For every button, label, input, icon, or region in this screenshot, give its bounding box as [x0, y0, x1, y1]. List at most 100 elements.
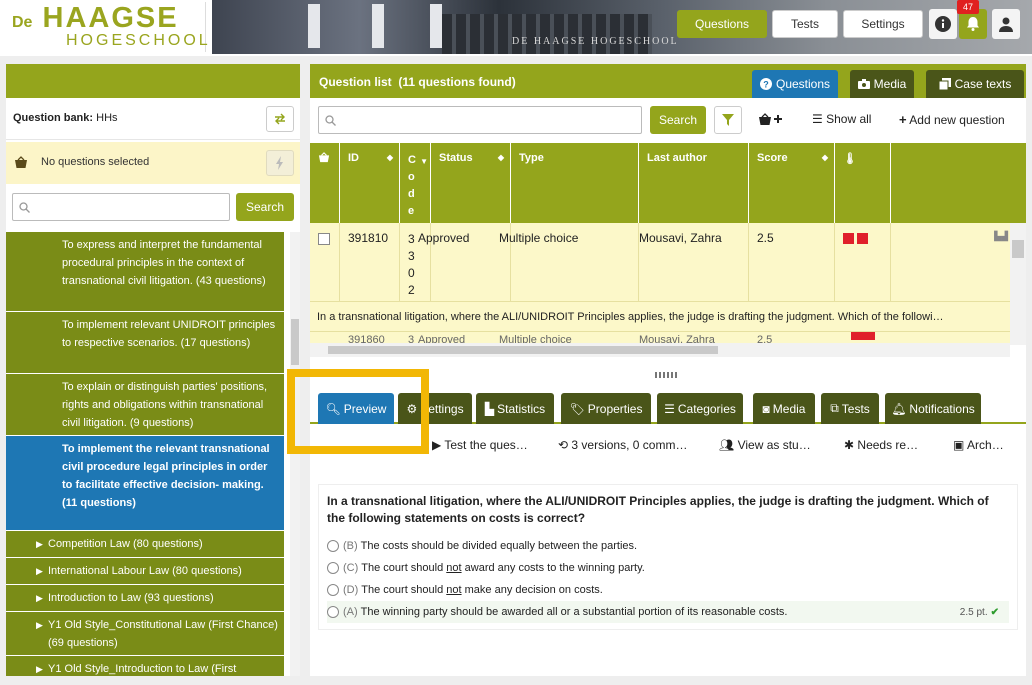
camera-icon: ◙: [762, 401, 770, 416]
tree-item-selected[interactable]: To implement the relevant transnational …: [6, 436, 284, 531]
option-text-rest: award any costs to the winning party.: [461, 562, 645, 574]
cell-score: 2.5: [749, 223, 835, 301]
basket-column-header[interactable]: [310, 143, 340, 223]
show-all-label: Show all: [826, 112, 872, 126]
question-bank-value: HHs: [96, 112, 118, 124]
tab-media[interactable]: Media: [850, 70, 914, 98]
red-indicator: [857, 233, 869, 244]
add-to-basket-button[interactable]: [758, 112, 784, 129]
tree-scrollbar[interactable]: [290, 232, 300, 676]
answer-option[interactable]: (C) The court should not award any costs…: [327, 557, 1009, 579]
info-button[interactable]: [929, 9, 957, 39]
users-icon: 👥︎: [719, 438, 735, 452]
question-list-title: Question list: [319, 75, 392, 89]
tree-item-label: Y1 Old Style_Constitutional Law (First C…: [48, 619, 278, 649]
list-icon: ☰: [812, 112, 823, 126]
tree-search-input[interactable]: [12, 193, 230, 221]
question-preview: In a transnational litigation, where the…: [318, 484, 1018, 630]
table-horizontal-scrollbar-thumb[interactable]: [328, 346, 718, 354]
row-checkbox[interactable]: [318, 233, 330, 245]
cell-author: Mousavi, Zahra: [639, 334, 715, 343]
tab-case-texts-label: Case texts: [954, 77, 1012, 91]
tree-item[interactable]: To express and interpret the fundamental…: [6, 232, 284, 312]
no-selection-text: No questions selected: [41, 156, 150, 168]
archive-button[interactable]: ▣ Arch…: [953, 438, 1004, 452]
svg-text:?: ?: [763, 80, 769, 90]
lightning-icon: [276, 156, 283, 170]
add-new-question-button[interactable]: + Add new question: [899, 112, 1005, 127]
option-letter: (B): [343, 540, 358, 552]
row-description[interactable]: In a transnational litigation, where the…: [310, 301, 1010, 331]
nav-questions-button[interactable]: Questions: [677, 10, 767, 38]
option-letter: (C): [343, 562, 359, 574]
answer-option[interactable]: (B) The costs should be divided equally …: [327, 535, 1009, 557]
radio-button[interactable]: [327, 562, 339, 574]
category-tree: To express and interpret the fundamental…: [6, 232, 284, 676]
answer-option-correct[interactable]: (A) The winning party should be awarded …: [327, 601, 1009, 623]
tab-questions[interactable]: ? Questions: [752, 70, 838, 98]
table-vertical-scrollbar-thumb[interactable]: [1012, 240, 1024, 258]
view-as-student-button[interactable]: 👥︎ View as stu…: [719, 438, 811, 452]
tab-media-detail[interactable]: ◙ Media: [753, 393, 815, 424]
expand-icon[interactable]: ▶: [36, 616, 43, 634]
tree-scrollbar-thumb[interactable]: [291, 319, 299, 365]
column-header-id[interactable]: ID ◆: [340, 143, 400, 223]
tree-item[interactable]: ▶ International Labour Law (80 questions): [6, 558, 284, 585]
tree-item[interactable]: ▶ Y1 Old Style_Introduction to Law (First: [6, 656, 284, 676]
test-question-button[interactable]: ▶ Test the ques…: [432, 438, 528, 452]
column-header-status[interactable]: Status ◆: [431, 143, 511, 223]
question-search-input[interactable]: [318, 106, 642, 134]
nav-tests-button[interactable]: Tests: [772, 10, 838, 38]
tree-item-label: Y1 Old Style_Introduction to Law (First: [48, 663, 237, 675]
column-header-last-author[interactable]: Last author: [639, 143, 749, 223]
expand-icon[interactable]: ▶: [36, 562, 43, 580]
table-row[interactable]: 391810 3 3 0 2 Approved Multiple choice …: [310, 223, 1010, 301]
column-header-type[interactable]: Type: [511, 143, 639, 223]
cell-score: 2.5: [757, 334, 773, 343]
tree-item[interactable]: To explain or distinguish parties' posit…: [6, 374, 284, 436]
column-header-code[interactable]: C o d e ▼: [400, 143, 431, 223]
question-search-button[interactable]: Search: [650, 106, 706, 134]
versions-button[interactable]: ⟲ 3 versions, 0 comm…: [558, 438, 687, 452]
needs-review-button[interactable]: ✱ Needs re…: [844, 438, 918, 452]
expand-icon[interactable]: ▶: [36, 660, 43, 676]
radio-button[interactable]: [327, 540, 339, 552]
tree-item[interactable]: To implement relevant UNIDROIT principle…: [6, 312, 284, 374]
column-header-score[interactable]: Score ◆: [749, 143, 835, 223]
table-row[interactable]: 391860 3 Approved Multiple choice Mousav…: [310, 331, 1010, 343]
app-header: De HAAGSE HOGESCHOOL DE HAAGSE HOGESCHOO…: [0, 0, 1032, 56]
list-icon: ☰: [664, 401, 675, 416]
expand-icon[interactable]: ▶: [36, 589, 43, 607]
tree-search-button[interactable]: Search: [236, 193, 294, 221]
selection-action-button[interactable]: [266, 150, 294, 176]
chart-icon[interactable]: ▙▟: [994, 231, 1008, 242]
tab-tests-label: Tests: [841, 401, 870, 416]
tab-properties[interactable]: 🏷︎ Properties: [561, 393, 651, 424]
tree-item[interactable]: ▶ Y1 Old Style_Constitutional Law (First …: [6, 612, 284, 656]
show-all-button[interactable]: ☰ Show all: [812, 112, 871, 126]
basket-plus-icon: [759, 113, 782, 125]
tree-item-label: Introduction to Law (93 questions): [48, 592, 214, 604]
tab-notifications[interactable]: 🔔︎ Notifications: [885, 393, 981, 424]
switch-bank-button[interactable]: [266, 106, 294, 132]
flag-decoration: [372, 4, 384, 48]
tab-categories[interactable]: ☰ Categories: [657, 393, 743, 424]
answer-option[interactable]: (D) The court should not make any decisi…: [327, 579, 1009, 601]
tab-tests[interactable]: ⧉ Tests: [821, 393, 879, 424]
filter-button[interactable]: [714, 106, 742, 134]
user-button[interactable]: [992, 9, 1020, 39]
logo[interactable]: De HAAGSE HOGESCHOOL: [6, 2, 208, 52]
expand-icon[interactable]: ▶: [36, 535, 43, 553]
question-bank-label: Question bank:: [13, 112, 94, 124]
tab-media-detail-label: Media: [772, 401, 806, 416]
tree-item[interactable]: ▶ Introduction to Law (93 questions): [6, 585, 284, 612]
tab-case-texts[interactable]: Case texts: [926, 70, 1024, 98]
highlight-box: [287, 369, 429, 454]
nav-settings-button[interactable]: Settings: [843, 10, 923, 38]
tab-statistics[interactable]: ▙ Statistics: [476, 393, 554, 424]
tree-item[interactable]: ▶ Competition Law (80 questions): [6, 531, 284, 558]
radio-button[interactable]: [327, 606, 339, 618]
resize-handle[interactable]: [655, 372, 679, 378]
column-header-thermometer[interactable]: 🌡: [835, 143, 891, 223]
radio-button[interactable]: [327, 584, 339, 596]
